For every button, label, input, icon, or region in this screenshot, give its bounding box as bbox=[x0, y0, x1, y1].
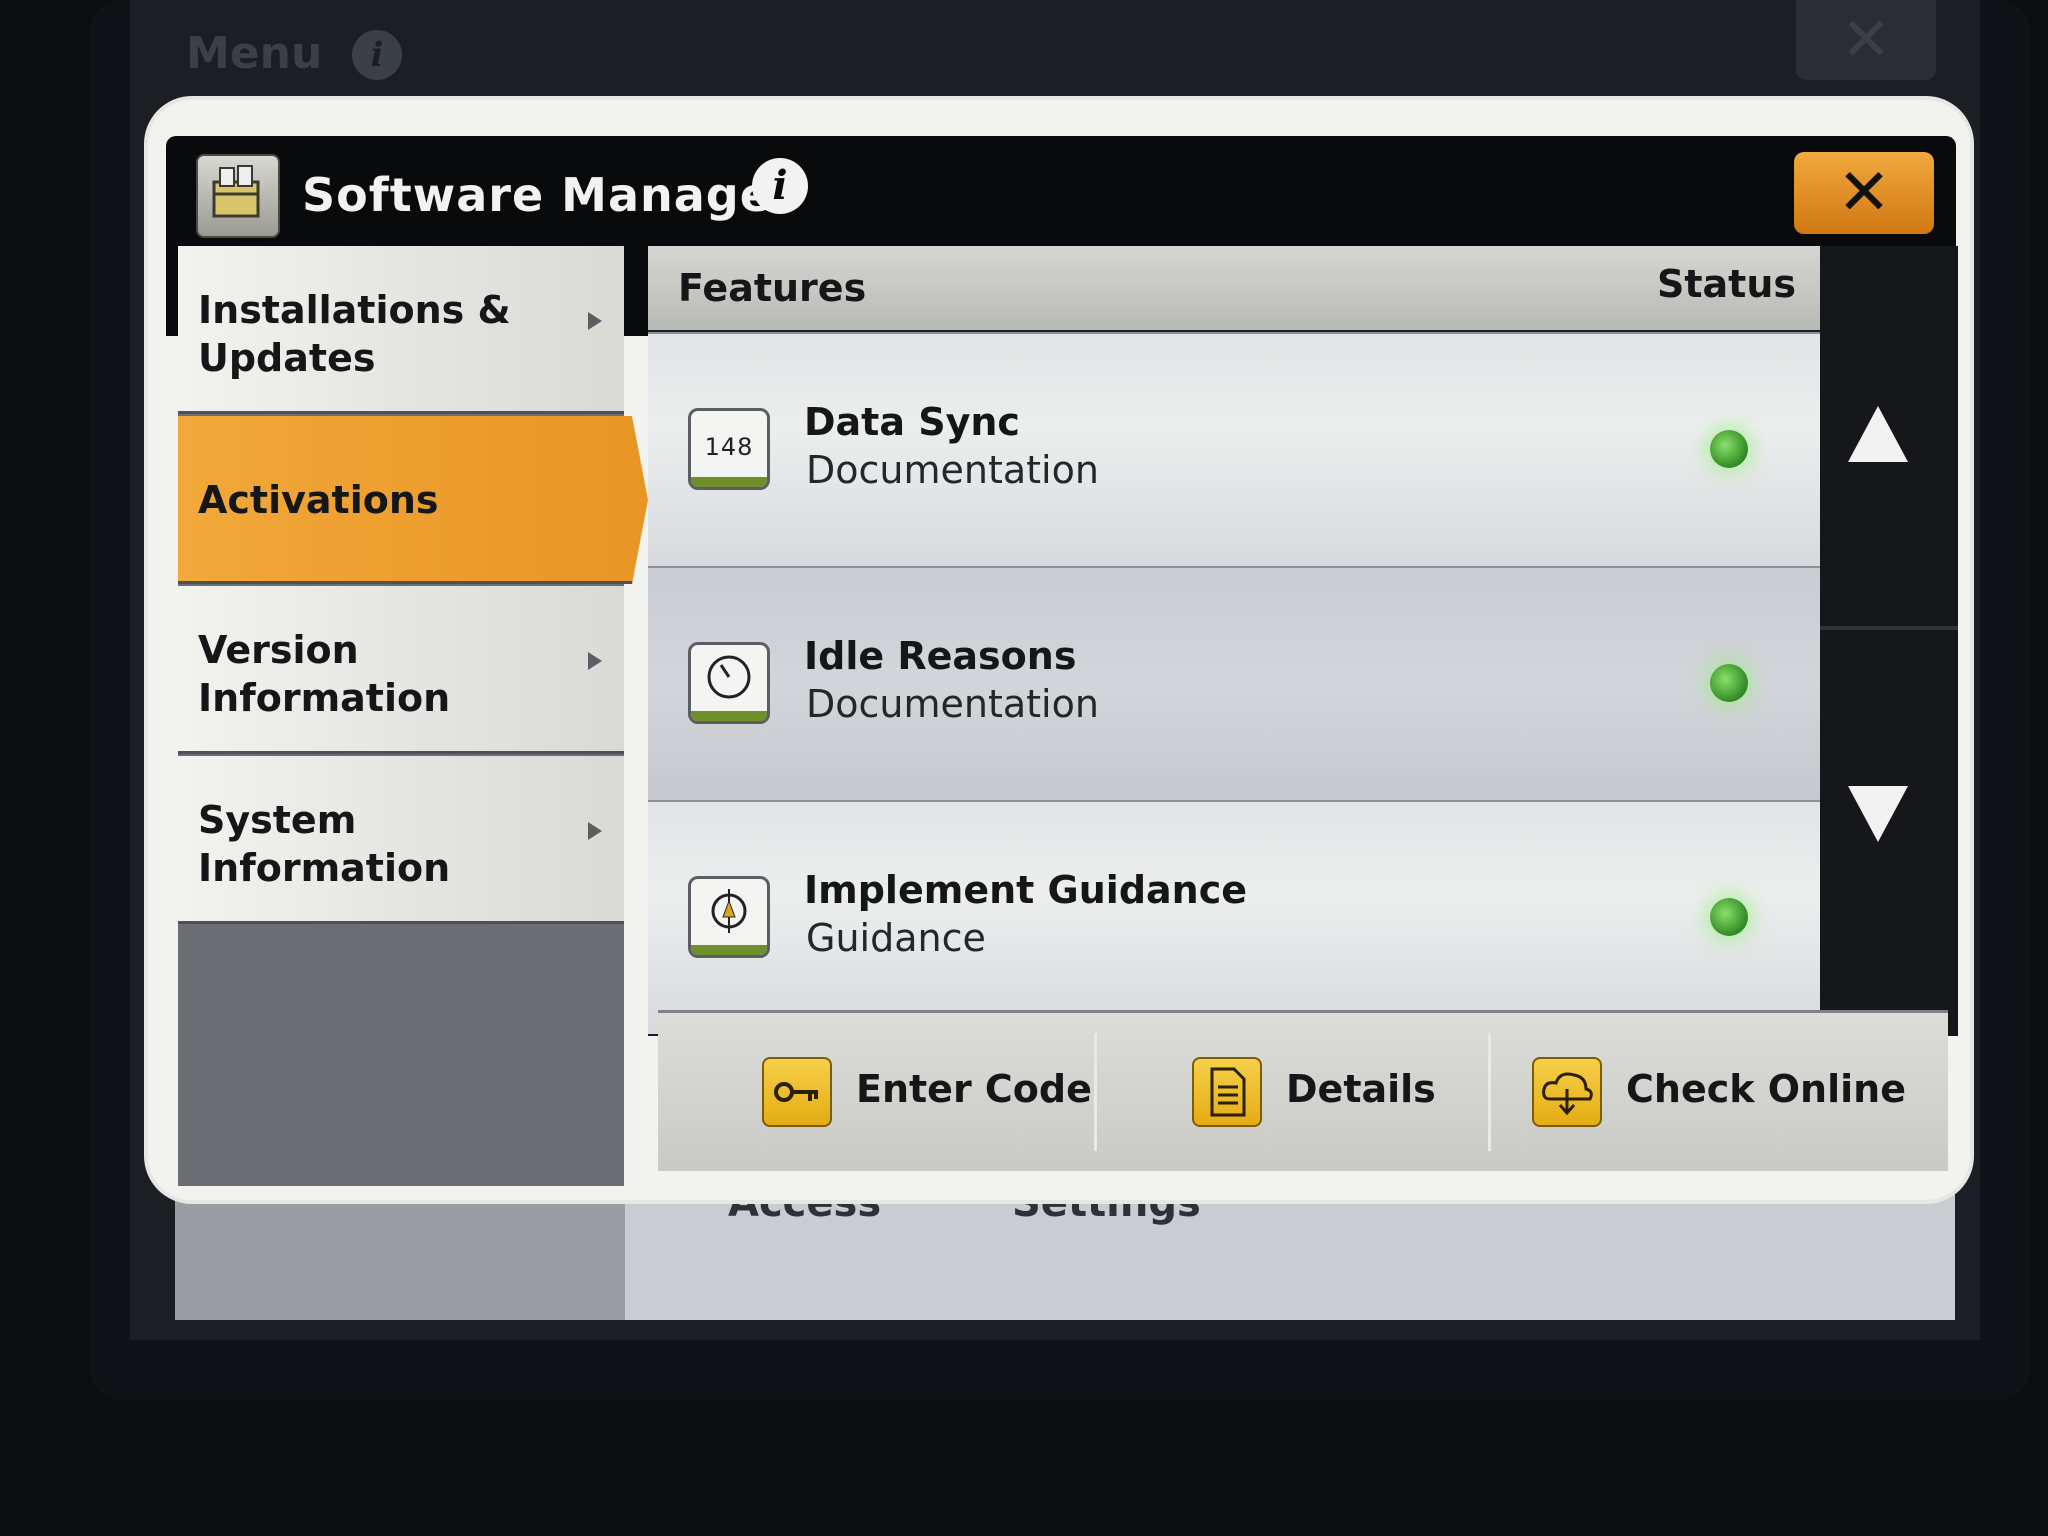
feature-name: Data Sync bbox=[804, 400, 1020, 444]
sidebar-item-version-information[interactable]: Version Information bbox=[178, 586, 624, 754]
guidance-icon bbox=[688, 876, 770, 958]
chevron-right-icon bbox=[588, 312, 602, 330]
details-label: Details bbox=[1286, 1067, 1436, 1111]
feature-category: Documentation bbox=[806, 682, 1099, 726]
enter-code-label: Enter Code bbox=[856, 1067, 1092, 1111]
feature-name: Idle Reasons bbox=[804, 634, 1077, 678]
feature-row-implement-guidance[interactable]: Implement Guidance Guidance bbox=[648, 800, 1820, 1034]
info-icon[interactable]: i bbox=[752, 158, 808, 214]
check-online-label: Check Online bbox=[1626, 1067, 1906, 1111]
sidebar-item-activations[interactable]: Activations bbox=[178, 416, 648, 584]
close-button[interactable]: ✕ bbox=[1794, 152, 1934, 234]
feature-category: Documentation bbox=[806, 448, 1099, 492]
scroll-up-arrow-icon[interactable] bbox=[1848, 406, 1908, 462]
features-panel: Features Status 148 Data Sync Documentat… bbox=[648, 246, 1958, 1036]
action-separator bbox=[1488, 1033, 1491, 1151]
background-close-icon: ✕ bbox=[1796, 0, 1936, 80]
status-indicator bbox=[1710, 898, 1748, 936]
scrollbar-divider bbox=[1820, 626, 1958, 630]
software-manager-dialog: Software Manager i ✕ Installations & Upd… bbox=[148, 100, 1970, 1200]
features-table-header: Features Status bbox=[648, 246, 1820, 330]
background-menu-label: Menu bbox=[186, 28, 323, 79]
dialog-title: Software Manager bbox=[302, 168, 796, 222]
column-header-features: Features bbox=[678, 266, 867, 310]
cloud-download-icon bbox=[1532, 1057, 1602, 1127]
status-indicator bbox=[1710, 430, 1748, 468]
background-info-icon: i bbox=[352, 30, 402, 80]
chevron-right-icon bbox=[588, 652, 602, 670]
feature-category: Guidance bbox=[806, 916, 986, 960]
data-sync-icon: 148 bbox=[688, 408, 770, 490]
key-icon bbox=[762, 1057, 832, 1127]
feature-name: Implement Guidance bbox=[804, 868, 1248, 912]
sidebar-item-installations-updates[interactable]: Installations & Updates bbox=[178, 246, 624, 414]
scrollbar[interactable] bbox=[1820, 246, 1958, 1036]
scroll-down-arrow-icon[interactable] bbox=[1848, 786, 1908, 842]
background-bottom-left bbox=[175, 1180, 625, 1320]
sidebar-item-label: System Information bbox=[198, 798, 451, 890]
action-bar: Enter Code Details Check Online bbox=[658, 1010, 1948, 1171]
column-header-status: Status bbox=[1656, 262, 1796, 306]
feature-row-idle-reasons[interactable]: Idle Reasons Documentation bbox=[648, 566, 1820, 800]
document-icon bbox=[1192, 1057, 1262, 1127]
sidebar-item-label: Installations & Updates bbox=[198, 288, 511, 380]
clock-icon bbox=[688, 642, 770, 724]
status-indicator bbox=[1710, 664, 1748, 702]
sidebar-item-system-information[interactable]: System Information bbox=[178, 756, 624, 924]
sidebar-item-label: Activations bbox=[198, 478, 439, 522]
feature-row-data-sync[interactable]: 148 Data Sync Documentation bbox=[648, 332, 1820, 566]
sidebar-item-label: Version Information bbox=[198, 628, 451, 720]
action-separator bbox=[1094, 1033, 1097, 1151]
chevron-right-icon bbox=[588, 822, 602, 840]
sidebar-nav: Installations & Updates Activations Vers… bbox=[178, 246, 648, 1186]
software-manager-icon bbox=[196, 154, 280, 238]
